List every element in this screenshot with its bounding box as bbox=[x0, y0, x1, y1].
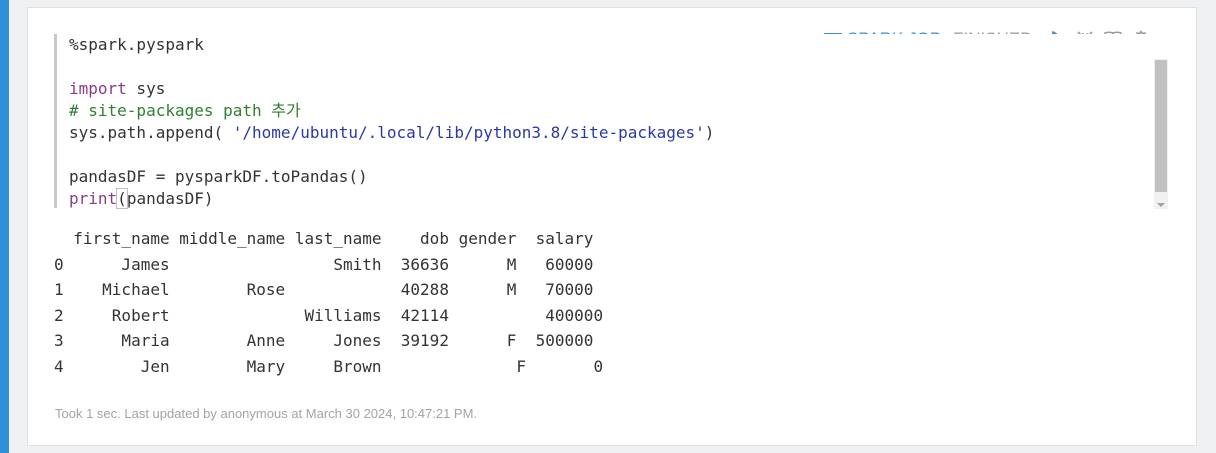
output-line: 4 Jen Mary Brown F 0 bbox=[54, 356, 604, 376]
execution-info: Took 1 sec. Last updated by anonymous at… bbox=[55, 406, 478, 421]
output-line: 3 Maria Anne Jones 39192 F 500000 bbox=[54, 331, 594, 350]
code-token: ( bbox=[116, 188, 128, 209]
code-token: ) bbox=[704, 123, 715, 142]
code-line[interactable]: %spark.pyspark bbox=[69, 34, 714, 56]
scrollbar-thumb[interactable] bbox=[1155, 60, 1167, 192]
editor-scrollbar[interactable] bbox=[1154, 59, 1168, 209]
code-line[interactable] bbox=[69, 56, 714, 78]
code-token: pandasDF = pysparkDF.toPandas() bbox=[69, 167, 368, 186]
code-token: sys bbox=[126, 79, 166, 98]
code-token: '/home/ubuntu/.local/lib/python3.8/site-… bbox=[232, 123, 705, 142]
output-line: 2 Robert Williams 42114 400000 bbox=[54, 305, 604, 325]
code-line[interactable]: pandasDF = pysparkDF.toPandas() bbox=[69, 166, 714, 188]
code-token: sys.path.append( bbox=[69, 123, 233, 142]
code-line[interactable]: sys.path.append( '/home/ubuntu/.local/li… bbox=[69, 122, 714, 144]
notebook-paragraph: SPARK JOB FINISHED %spark.pysparkimpo bbox=[27, 7, 1197, 446]
active-paragraph-indicator bbox=[0, 0, 9, 453]
code-line[interactable]: import sys bbox=[69, 78, 714, 100]
code-token: print bbox=[69, 189, 118, 208]
code-token: %spark.pyspark bbox=[69, 35, 204, 54]
code-line[interactable]: print(pandasDF) bbox=[69, 188, 714, 210]
output-line: 0 James Smith 36636 M 60000 bbox=[54, 254, 594, 274]
output-line: 1 Michael Rose 40288 M 70000 bbox=[54, 280, 594, 299]
code-line[interactable] bbox=[69, 144, 714, 166]
code-token: # site-packages path 추가 bbox=[69, 101, 301, 120]
output-line: first_name middle_name last_name dob gen… bbox=[54, 229, 594, 248]
code-content[interactable]: %spark.pyspark import sys # site-packages … bbox=[69, 34, 714, 210]
code-token: pandasDF) bbox=[126, 189, 214, 208]
scroll-down-arrow-icon[interactable] bbox=[1157, 203, 1165, 207]
code-line[interactable]: # site-packages path 추가 bbox=[69, 100, 714, 122]
code-editor[interactable]: %spark.pyspark import sys # site-packages … bbox=[54, 34, 1175, 210]
code-token: import bbox=[69, 79, 127, 98]
paragraph-output: first_name middle_name last_name dob gen… bbox=[54, 226, 603, 379]
